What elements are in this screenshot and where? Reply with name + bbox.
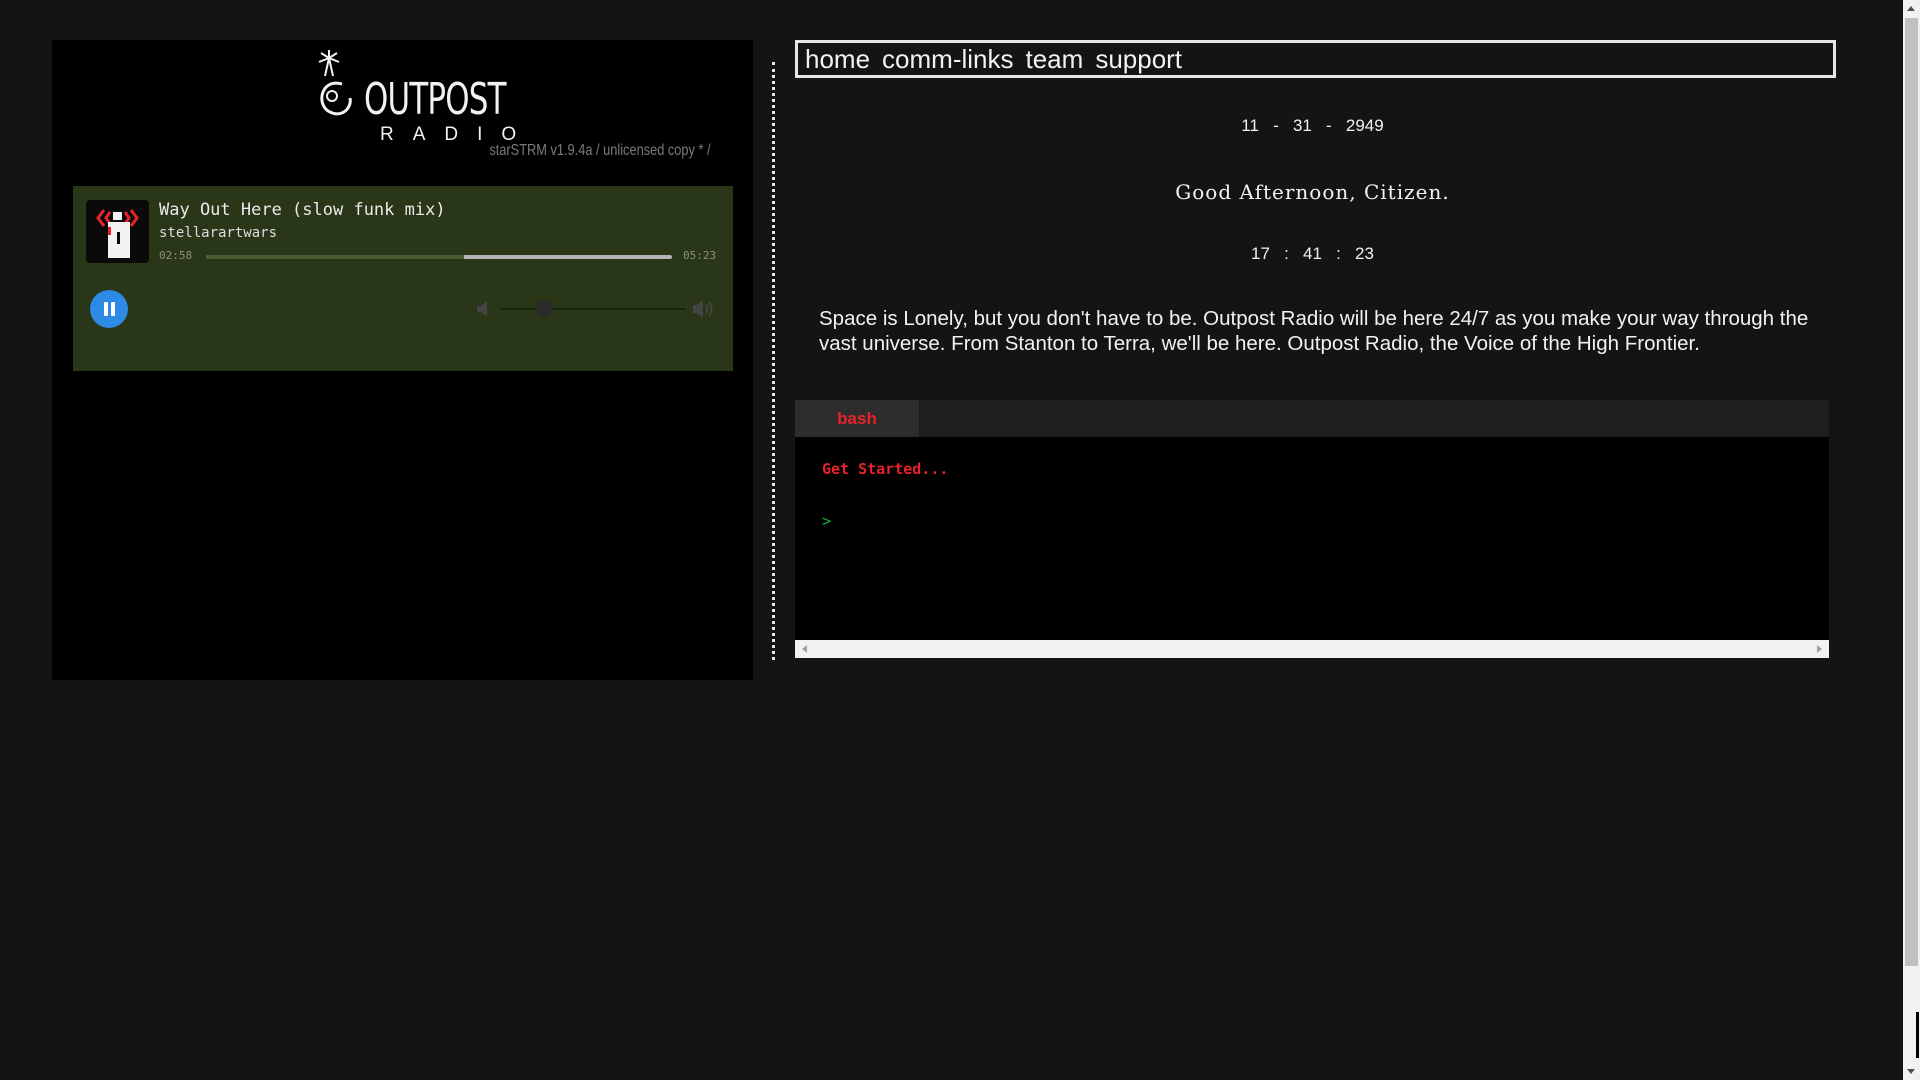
nav-home[interactable]: home — [805, 43, 870, 75]
greeting: Good Afternoon, Citizen. — [1175, 180, 1450, 204]
outpost-radio-tower-icon — [96, 209, 139, 258]
radio-tower-icon — [318, 50, 352, 116]
volume-high-icon[interactable] — [691, 297, 717, 321]
clock-minutes: 41 — [1303, 244, 1322, 263]
volume-low-icon[interactable] — [475, 299, 493, 319]
outpost-radio-logo: OUTPOST RADIO — [312, 48, 516, 148]
date-month: 11 — [1241, 116, 1259, 135]
scroll-right-icon[interactable] — [1817, 645, 1822, 653]
terminal-horizontal-scrollbar[interactable] — [795, 640, 1829, 658]
audio-player: Way Out Here (slow funk mix) stellarartw… — [73, 186, 733, 371]
terminal-tab-bar: bash — [795, 400, 1829, 437]
version-label: starSTRM v1.9.4a / unlicensed copy * / — [489, 142, 711, 159]
clock-separator: : — [1336, 244, 1341, 263]
logo-wordmark: OUTPOST — [364, 74, 506, 125]
terminal-prompt[interactable]: > — [822, 512, 831, 530]
scroll-down-icon[interactable] — [1907, 1069, 1915, 1074]
time-elapsed: 02:58 — [159, 249, 193, 262]
clock-separator: : — [1284, 244, 1289, 263]
nav-comm-links[interactable]: comm-links — [882, 43, 1013, 75]
date-day: 31 — [1292, 116, 1312, 135]
progress-bar[interactable] — [206, 255, 672, 259]
date-separator: - — [1326, 116, 1332, 135]
volume-knob[interactable] — [535, 301, 552, 317]
panel-divider — [772, 62, 775, 660]
time-total: 05:23 — [683, 249, 717, 262]
track-title: Way Out Here (slow funk mix) — [159, 200, 446, 220]
date-year: 2949 — [1345, 116, 1384, 135]
nav-team[interactable]: team — [1026, 43, 1084, 75]
terminal[interactable]: bash Get Started... > — [795, 400, 1829, 658]
date-separator: - — [1273, 116, 1279, 135]
tab-bash[interactable]: bash — [795, 400, 919, 437]
page-scrollbar[interactable] — [1903, 0, 1920, 1080]
pause-button[interactable] — [90, 290, 128, 328]
clock-display: 17 : 41 : 23 — [795, 244, 1830, 264]
main-nav: home comm-links team support — [795, 40, 1836, 78]
radio-panel: OUTPOST RADIO starSTRM v1.9.4a / unlicen… — [52, 40, 753, 680]
clock-seconds: 23 — [1355, 244, 1374, 263]
scroll-left-icon[interactable] — [802, 645, 807, 653]
album-art — [86, 200, 149, 263]
track-artist: stellarartwars — [159, 225, 278, 241]
scroll-up-icon[interactable] — [1907, 6, 1915, 11]
scrollbar-thumb[interactable] — [1905, 18, 1918, 966]
terminal-output-line: Get Started... — [822, 460, 949, 478]
volume-slider[interactable] — [501, 301, 686, 317]
date-display: 11 - 31 - 2949 — [795, 116, 1830, 136]
clock-hours: 17 — [1251, 244, 1270, 263]
corner-marker — [1916, 1012, 1919, 1058]
nav-support[interactable]: support — [1095, 43, 1182, 75]
intro-text: Space is Lonely, but you don't have to b… — [819, 307, 1809, 355]
progress-fill — [206, 255, 464, 259]
